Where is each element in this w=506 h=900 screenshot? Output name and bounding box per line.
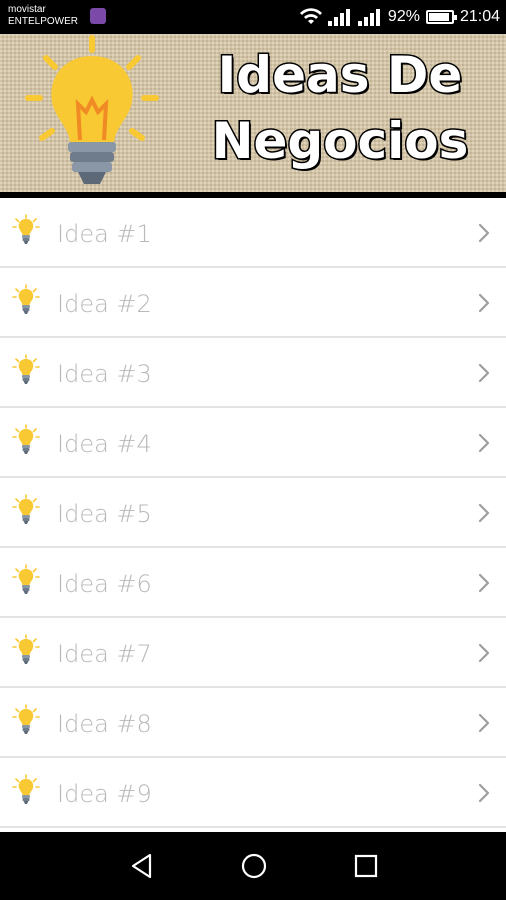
list-item-label: Idea #2 bbox=[57, 290, 152, 318]
list-item-label: Idea #5 bbox=[57, 500, 152, 528]
recents-icon[interactable] bbox=[352, 852, 380, 880]
ideas-list: Idea #1 Idea #2 Idea #3 Idea #4 Idea #5 … bbox=[0, 198, 506, 828]
list-item[interactable]: Idea #9 bbox=[0, 758, 506, 828]
chevron-right-icon bbox=[478, 573, 490, 593]
chevron-right-icon bbox=[478, 293, 490, 313]
chevron-right-icon bbox=[478, 713, 490, 733]
chevron-right-icon bbox=[478, 503, 490, 523]
navigation-bar bbox=[0, 832, 506, 900]
lightbulb-icon bbox=[12, 424, 40, 454]
battery-percent: 92% bbox=[387, 8, 420, 25]
signal-icon bbox=[327, 9, 350, 26]
list-item[interactable]: Idea #3 bbox=[0, 338, 506, 408]
lightbulb-icon bbox=[12, 214, 40, 244]
list-item[interactable]: Idea #2 bbox=[0, 268, 506, 338]
status-bar: movistar ENTELPOWER 92% 21:04 bbox=[0, 0, 506, 34]
title-line-2: Negocios bbox=[210, 111, 470, 172]
chevron-right-icon bbox=[478, 783, 490, 803]
list-item[interactable]: Idea #6 bbox=[0, 548, 506, 618]
list-item-label: Idea #1 bbox=[57, 220, 152, 248]
chevron-right-icon bbox=[478, 363, 490, 383]
list-item[interactable]: Idea #5 bbox=[0, 478, 506, 548]
lightbulb-icon bbox=[12, 284, 40, 314]
chevron-right-icon bbox=[478, 433, 490, 453]
carrier-name: movistar bbox=[8, 4, 46, 15]
notification-app-icon bbox=[90, 8, 106, 24]
lightbulb-icon bbox=[12, 354, 40, 384]
back-icon[interactable] bbox=[128, 852, 156, 880]
carrier-secondary: ENTELPOWER bbox=[8, 16, 79, 27]
signal-icon-2 bbox=[357, 9, 380, 26]
title-line-1: Ideas De bbox=[216, 45, 464, 106]
home-icon[interactable] bbox=[240, 852, 268, 880]
list-item-label: Idea #6 bbox=[57, 570, 152, 598]
clock: 21:04 bbox=[459, 8, 500, 25]
list-item-label: Idea #4 bbox=[57, 430, 152, 458]
list-item-label: Idea #9 bbox=[57, 780, 152, 808]
battery-icon bbox=[425, 10, 457, 24]
list-item-label: Idea #8 bbox=[57, 710, 152, 738]
lightbulb-icon bbox=[12, 634, 40, 664]
list-item-label: Idea #7 bbox=[57, 640, 152, 668]
lightbulb-logo-icon bbox=[25, 35, 159, 184]
list-item[interactable]: Idea #8 bbox=[0, 688, 506, 758]
status-icons: 92% 21:04 bbox=[299, 7, 500, 27]
list-item[interactable]: Idea #4 bbox=[0, 408, 506, 478]
lightbulb-icon bbox=[12, 704, 40, 734]
app-title: Ideas De Negocios bbox=[180, 42, 500, 174]
chevron-right-icon bbox=[478, 223, 490, 243]
list-item[interactable]: Idea #1 bbox=[0, 198, 506, 268]
chevron-right-icon bbox=[478, 643, 490, 663]
lightbulb-icon bbox=[12, 774, 40, 804]
lightbulb-icon bbox=[12, 494, 40, 524]
list-item-label: Idea #3 bbox=[57, 360, 152, 388]
list-item[interactable]: Idea #7 bbox=[0, 618, 506, 688]
lightbulb-icon bbox=[12, 564, 40, 594]
carrier-info: movistar ENTELPOWER bbox=[8, 4, 78, 28]
wifi-icon bbox=[299, 8, 322, 24]
